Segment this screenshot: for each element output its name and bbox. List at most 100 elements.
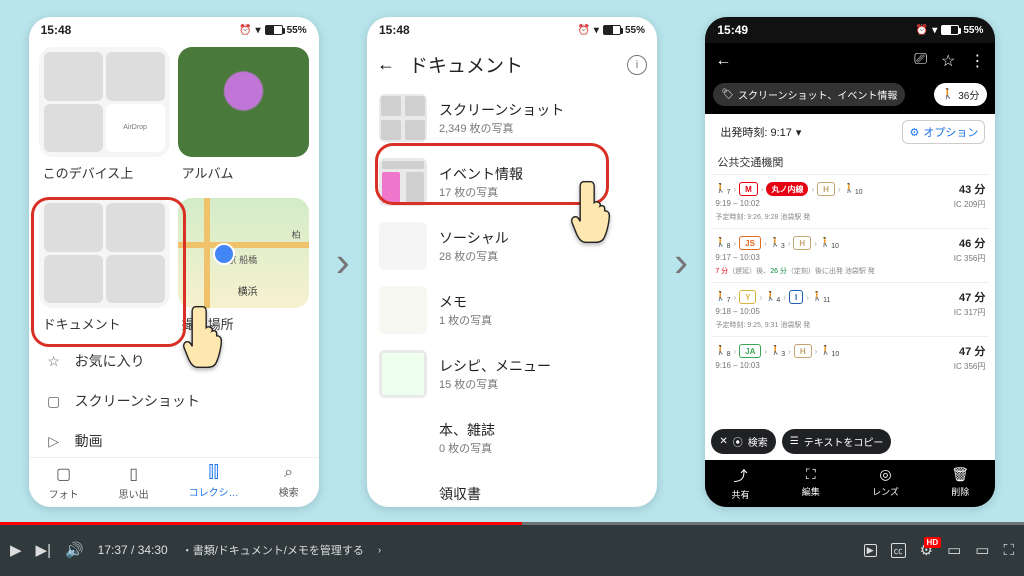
tag-icon: 🏷 — [721, 89, 734, 100]
line-badge: Y — [739, 290, 756, 304]
line-badge: JS — [739, 236, 761, 250]
tile-albums[interactable] — [178, 47, 309, 157]
chevron-right-icon: › — [674, 238, 688, 286]
walk-segment: 🚶3 — [770, 237, 785, 250]
cat-screenshots[interactable]: ▢スクリーンショット — [39, 381, 309, 421]
nav-photos[interactable]: ▢フォト — [49, 464, 79, 501]
walk-segment: 🚶10 — [820, 345, 839, 358]
action-edit[interactable]: ⛶編集 — [802, 466, 820, 501]
chip-copy-text[interactable]: ☰テキストをコピー — [782, 429, 892, 454]
line-badge: M — [739, 182, 758, 196]
tune-icon: ⚙ — [909, 126, 919, 139]
tile-on-device[interactable]: AirDrop — [39, 47, 170, 157]
progress-fill — [0, 522, 522, 525]
list-item-event-info[interactable]: イベント情報17 枚の写真 — [367, 150, 657, 214]
chapter-title[interactable]: ・書類/ドキュメント/メモを管理する — [182, 542, 364, 558]
more-vert-icon[interactable]: ⋮ — [969, 51, 985, 71]
walk-segment: 🚶10 — [844, 183, 863, 196]
status-right: ⏰ ▾ 55% — [239, 25, 307, 36]
route-duration: 47 分 — [959, 289, 985, 305]
walk-segment: 🚶10 — [820, 237, 839, 250]
trash-icon: 🗑 — [951, 466, 969, 483]
route-duration: 47 分 — [959, 343, 985, 359]
photo-icon: ▢ — [56, 464, 71, 484]
close-icon[interactable]: ✕ — [719, 436, 727, 447]
cast-icon[interactable]: ⎚ — [914, 51, 927, 71]
tile-places[interactable]: 柏 京 船橋 横浜 — [178, 198, 309, 308]
route-item[interactable]: 🚶8›JS›🚶3›H›🚶1046 分9:17 – 10:03IC 356円7 分… — [711, 228, 989, 282]
list-item[interactable]: メモ1 枚の写真 — [367, 278, 657, 342]
walk-segment: 🚶11 — [812, 291, 831, 304]
action-delete[interactable]: 🗑削除 — [951, 466, 969, 501]
search-lens-icon: ⦿ — [733, 434, 743, 449]
settings-button[interactable]: ⚙HD — [920, 541, 933, 559]
transit-body: 出発時刻: 9:17▾ ⚙オプション 公共交通機関 🚶7›M›丸ノ内線›H›🚶1… — [705, 114, 995, 423]
depart-time[interactable]: 出発時刻: 9:17▾ — [715, 120, 806, 144]
nav-search[interactable]: ⌕検索 — [279, 464, 299, 501]
device-icon: ▢ — [45, 393, 63, 410]
walk-segment: 🚶8 — [715, 345, 730, 358]
list-item[interactable]: 領収書0 枚の写真 — [367, 470, 657, 507]
battery-icon — [265, 25, 283, 35]
line-badge: H — [817, 182, 835, 196]
battery-pct: 55% — [963, 25, 983, 36]
status-bar: 15:48 ⏰ ▾ 55% — [367, 17, 657, 43]
walk-segment: 🚶7 — [715, 291, 730, 304]
nav-memories[interactable]: ▯思い出 — [119, 464, 149, 501]
route-item[interactable]: 🚶7›M›丸ノ内線›H›🚶1043 分9:19 – 10:02IC 209円予定… — [711, 174, 989, 228]
progress-track[interactable] — [0, 522, 1024, 525]
list-item[interactable]: スクリーンショット2,349 枚の写真 — [367, 86, 657, 150]
phone-2-documents-list: 15:48 ⏰ ▾ 55% ← ドキュメント i スクリーンショット2,349 … — [367, 17, 657, 507]
nav-collections[interactable]: ⫿⫿コレクシ… — [189, 464, 239, 501]
clock: 15:48 — [379, 23, 410, 37]
app-bar: ← ⎚ ☆ ⋮ — [705, 43, 995, 79]
action-lens[interactable]: ◎レンズ — [872, 466, 899, 501]
action-share[interactable]: ⤴共有 — [731, 466, 749, 501]
route-item[interactable]: 🚶8›JA›🚶3›H›🚶1047 分9:16 – 10:03IC 356円 — [711, 336, 989, 378]
line-badge: H — [794, 344, 812, 358]
line-badge: I — [789, 290, 803, 304]
battery-icon — [603, 25, 621, 35]
play-button[interactable]: ▶ — [10, 541, 22, 559]
chip-context[interactable]: 🏷スクリーンショット、イベント情報 — [713, 83, 905, 106]
chip-close-search[interactable]: ✕⦿検索 — [711, 429, 775, 454]
text-icon: ☰ — [790, 436, 799, 447]
time-display: 17:37 / 34:30 — [98, 543, 168, 557]
list-item[interactable]: レシピ、メニュー15 枚の写真 — [367, 342, 657, 406]
chapter-next-icon[interactable]: › — [378, 545, 381, 556]
chip-duration[interactable]: 🚶36分 — [934, 83, 988, 106]
theater-button[interactable]: ▭ — [975, 541, 989, 559]
wifi-icon: ▾ — [594, 25, 599, 36]
walk-segment: 🚶4 — [765, 291, 780, 304]
captions-button[interactable]: ㏄ — [891, 543, 906, 558]
route-item[interactable]: 🚶7›Y›🚶4›I›🚶1147 分9:18 – 10:05IC 317円予定時刻… — [711, 282, 989, 336]
back-arrow-icon[interactable]: ← — [377, 54, 395, 75]
next-button[interactable]: ▶| — [36, 541, 51, 559]
edit-icon: ⛶ — [806, 466, 816, 483]
autoplay-toggle[interactable]: ▶ — [864, 544, 877, 557]
memories-icon: ▯ — [129, 464, 138, 484]
volume-button[interactable]: 🔊 — [65, 541, 84, 559]
back-arrow-icon[interactable]: ← — [715, 52, 731, 70]
cat-videos[interactable]: ▷動画 — [39, 421, 309, 457]
list-item[interactable]: 本、雑誌0 枚の写真 — [367, 406, 657, 470]
tile-label: ドキュメント — [43, 314, 170, 333]
wifi-icon: ▾ — [256, 25, 261, 36]
tile-documents[interactable] — [39, 198, 170, 308]
chevron-right-icon: › — [336, 238, 350, 286]
tile-label: 撮影場所 — [182, 314, 309, 333]
fullscreen-button[interactable]: ⛶ — [1003, 542, 1014, 559]
options-button[interactable]: ⚙オプション — [902, 120, 985, 144]
alarm-icon: ⏰ — [239, 25, 251, 36]
info-icon[interactable]: i — [627, 55, 647, 75]
header: ← ドキュメント i — [367, 43, 657, 86]
list-item[interactable]: ソーシャル28 枚の写真 — [367, 214, 657, 278]
miniplayer-button[interactable]: ▭ — [947, 541, 961, 559]
clock: 15:49 — [717, 23, 748, 37]
star-outline-icon[interactable]: ☆ — [941, 51, 955, 71]
tile-label: アルバム — [182, 163, 309, 182]
bottom-nav: ▢フォト ▯思い出 ⫿⫿コレクシ… ⌕検索 — [29, 457, 319, 507]
lens-icon: ◎ — [879, 466, 891, 483]
cat-favorites[interactable]: ☆お気に入り — [39, 341, 309, 381]
page-title: ドキュメント — [409, 51, 523, 78]
